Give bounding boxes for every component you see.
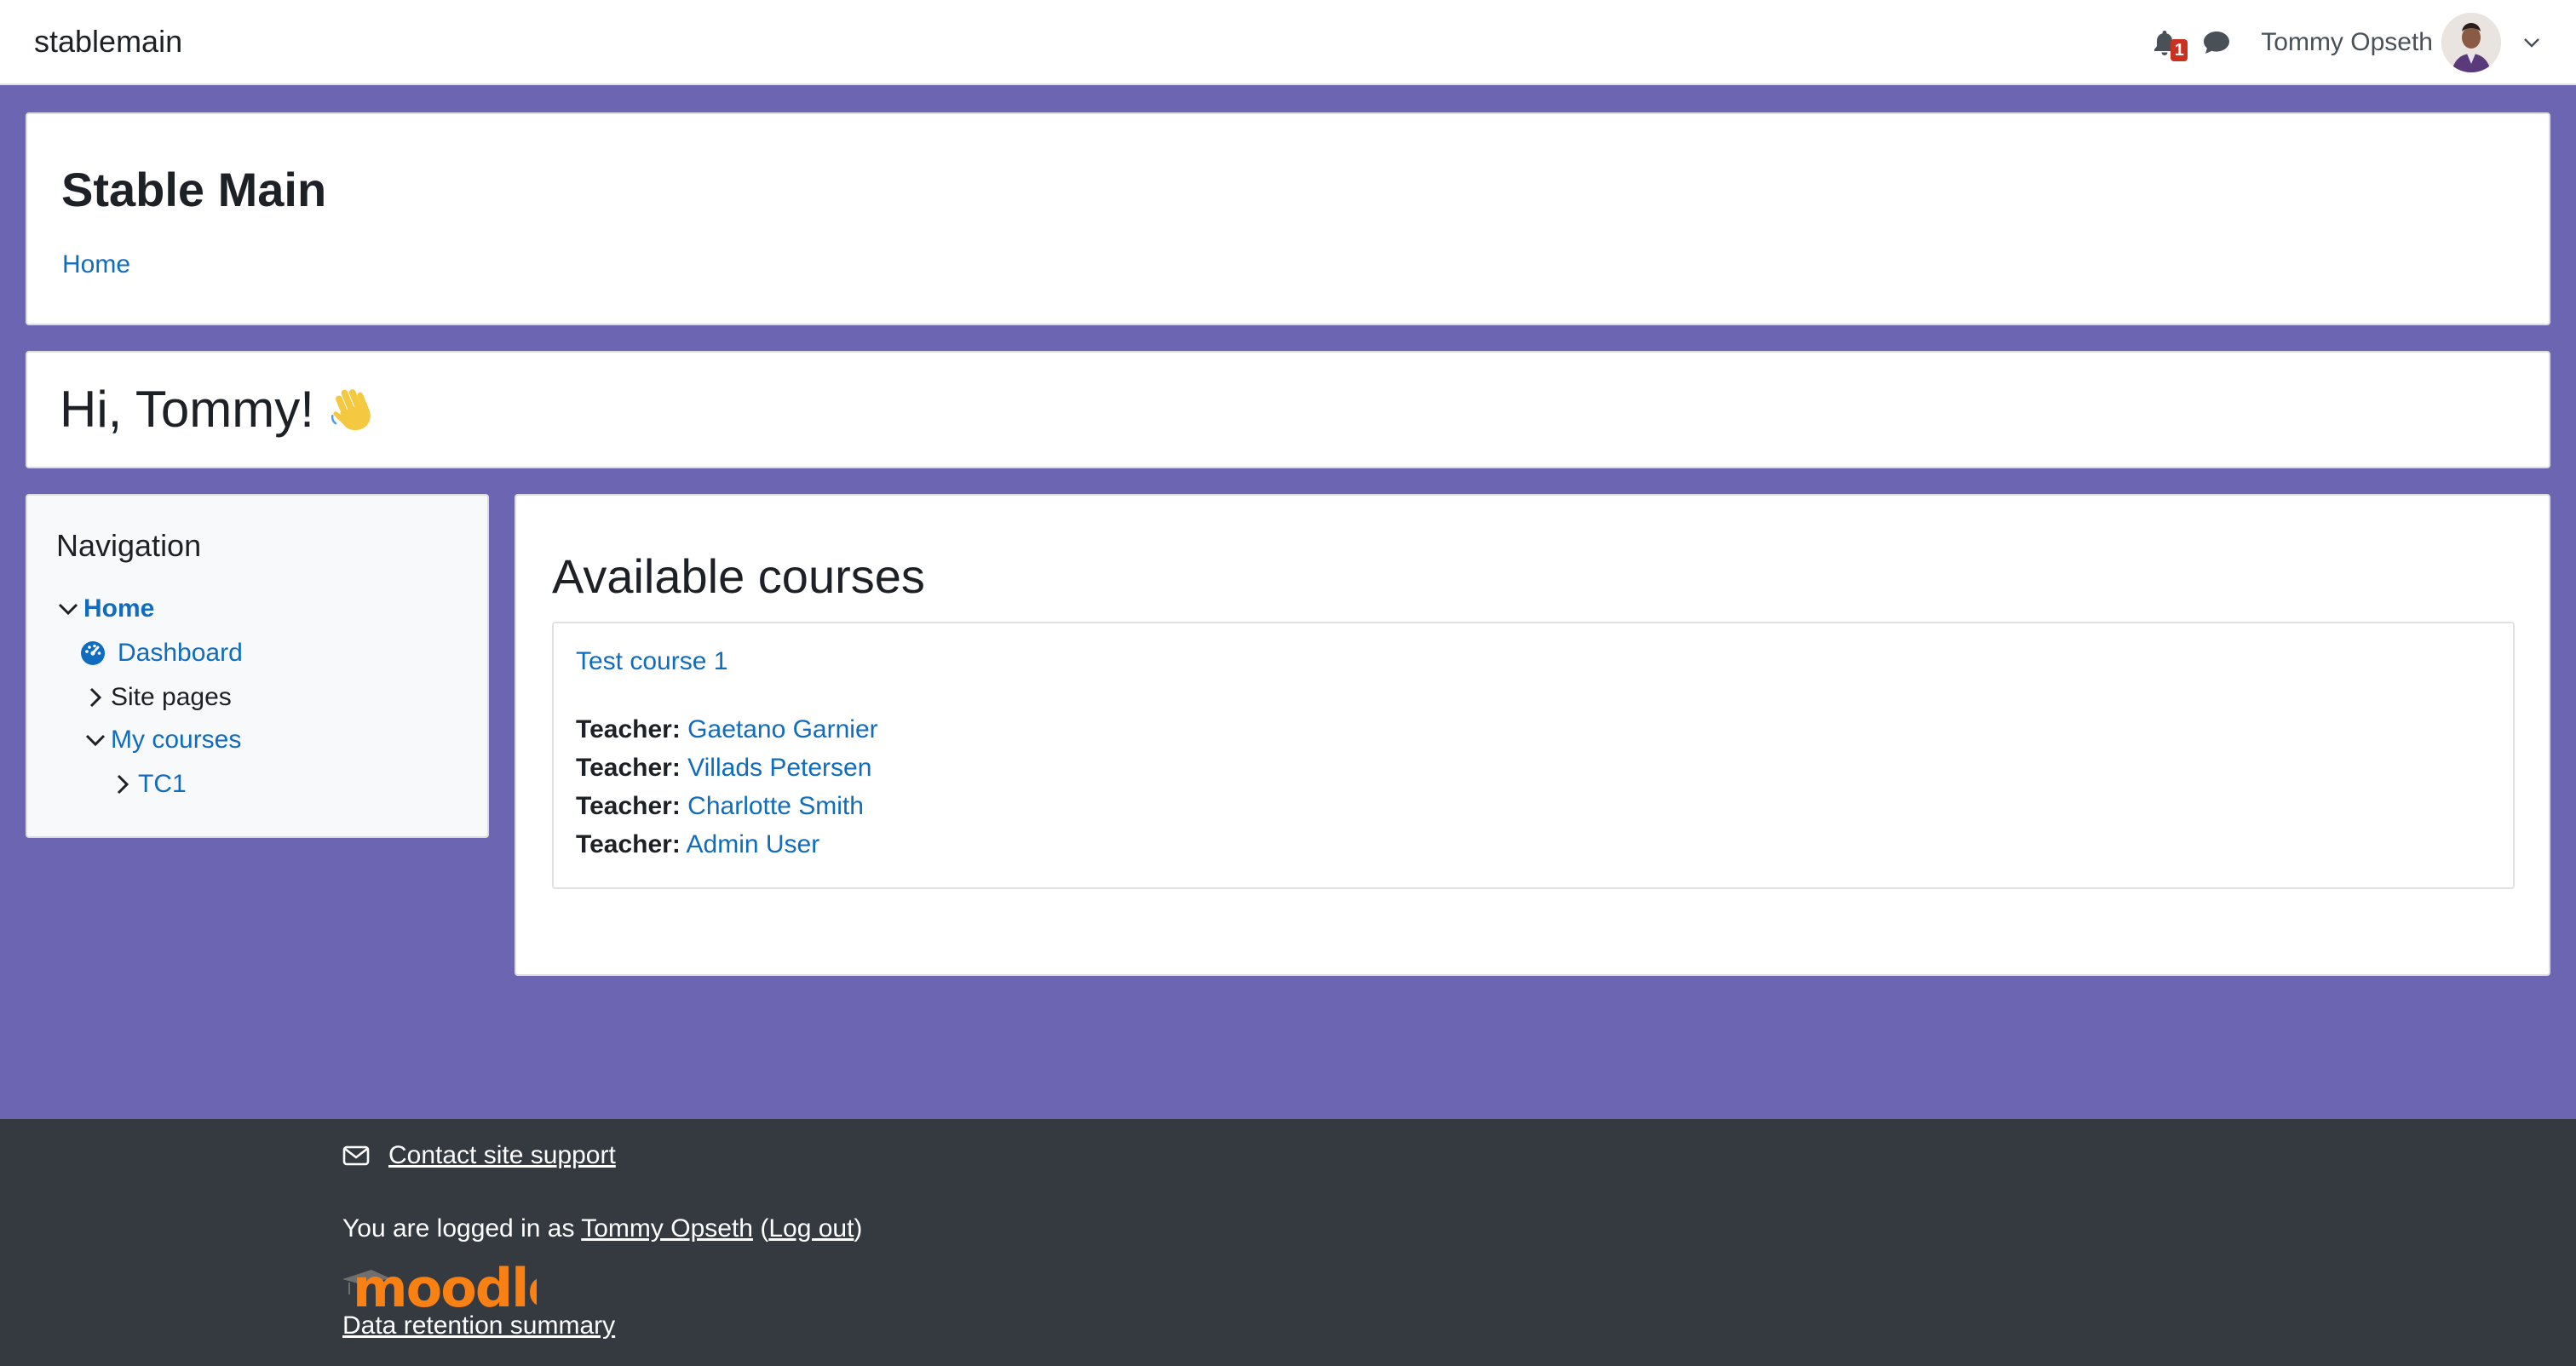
nav-home-link[interactable]: Home — [83, 594, 154, 623]
nav-site-pages-label[interactable]: Site pages — [111, 683, 232, 712]
chat-icon[interactable] — [2201, 27, 2232, 58]
notification-count-badge: 1 — [2171, 39, 2188, 61]
logged-in-prefix: You are logged in as — [342, 1214, 575, 1243]
teacher-link[interactable]: Villads Petersen — [687, 754, 871, 782]
top-navbar: stablemain 1 Tommy Opseth — [0, 0, 2576, 85]
course-teacher-row: Teacher: Gaetano Garnier — [576, 715, 878, 744]
chevron-down-icon[interactable] — [56, 597, 80, 621]
contact-support-link[interactable]: Contact site support — [388, 1141, 616, 1170]
login-info: You are logged in as Tommy Opseth (Log o… — [342, 1214, 862, 1243]
teacher-link[interactable]: Gaetano Garnier — [687, 715, 877, 743]
teacher-label: Teacher: — [576, 715, 681, 743]
nav-tc1-link[interactable]: TC1 — [138, 770, 187, 799]
data-retention-summary-link[interactable]: Data retention summary — [342, 1311, 615, 1340]
chevron-right-icon[interactable] — [83, 686, 107, 709]
chevron-right-icon[interactable] — [111, 772, 135, 796]
contact-support: Contact site support — [342, 1141, 616, 1170]
user-avatar-icon — [2441, 13, 2501, 72]
logged-in-user-link[interactable]: Tommy Opseth — [581, 1214, 753, 1243]
navigation-block: Navigation Home Dashboard Site pages My … — [26, 494, 489, 838]
course-teacher-row: Teacher: Villads Petersen — [576, 754, 871, 783]
navigation-title: Navigation — [56, 528, 202, 563]
teacher-label: Teacher: — [576, 792, 681, 820]
page-header: Stable Main Home — [26, 112, 2550, 325]
nav-dashboard-link[interactable]: Dashboard — [118, 639, 243, 668]
data-retention: Data retention summary — [342, 1311, 615, 1340]
chevron-down-icon[interactable] — [83, 728, 107, 752]
course-teacher-row: Teacher: Admin User — [576, 830, 819, 859]
moodle-logo[interactable]: moodle — [341, 1250, 537, 1318]
page-title: Stable Main — [61, 163, 327, 216]
teacher-label: Teacher: — [576, 830, 681, 858]
notifications-button[interactable]: 1 — [2148, 26, 2188, 61]
page-footer: Contact site support You are logged in a… — [0, 1119, 2576, 1366]
dashboard-icon — [81, 641, 105, 665]
teacher-link[interactable]: Admin User — [687, 830, 820, 858]
breadcrumb-home[interactable]: Home — [62, 250, 130, 279]
course-teacher-row: Teacher: Charlotte Smith — [576, 792, 864, 821]
greeting-panel: Hi, Tommy! — [26, 351, 2550, 468]
nav-item-home[interactable]: Home — [56, 594, 154, 623]
logout-link[interactable]: Log out — [768, 1214, 854, 1243]
course-name-link[interactable]: Test course 1 — [576, 647, 727, 676]
envelope-icon — [342, 1145, 370, 1166]
nav-item-site-pages[interactable]: Site pages — [83, 683, 232, 712]
nav-item-dashboard[interactable]: Dashboard — [80, 639, 243, 668]
close-paren: ) — [854, 1214, 863, 1243]
nav-item-my-courses[interactable]: My courses — [83, 726, 241, 755]
navbar-right: 1 Tommy Opseth — [2148, 13, 2542, 72]
chevron-down-icon[interactable] — [2521, 32, 2542, 53]
waving-hand-icon — [331, 388, 371, 430]
user-name[interactable]: Tommy Opseth — [2261, 28, 2433, 57]
open-paren: ( — [760, 1214, 769, 1243]
site-brand-link[interactable]: stablemain — [34, 24, 182, 60]
available-courses-block: Available courses Test course 1 Teacher:… — [515, 494, 2550, 976]
greeting: Hi, Tommy! — [60, 380, 379, 439]
svg-text:moodle: moodle — [353, 1257, 537, 1318]
course-listing-item: Test course 1 Teacher: Gaetano Garnier T… — [552, 622, 2515, 889]
teacher-link[interactable]: Charlotte Smith — [687, 792, 864, 820]
greeting-text: Hi, Tommy! — [60, 381, 314, 438]
avatar[interactable] — [2441, 13, 2501, 72]
teacher-label: Teacher: — [576, 754, 681, 782]
available-courses-title: Available courses — [552, 549, 925, 603]
nav-my-courses-link[interactable]: My courses — [111, 726, 241, 755]
nav-item-tc1[interactable]: TC1 — [111, 770, 187, 799]
